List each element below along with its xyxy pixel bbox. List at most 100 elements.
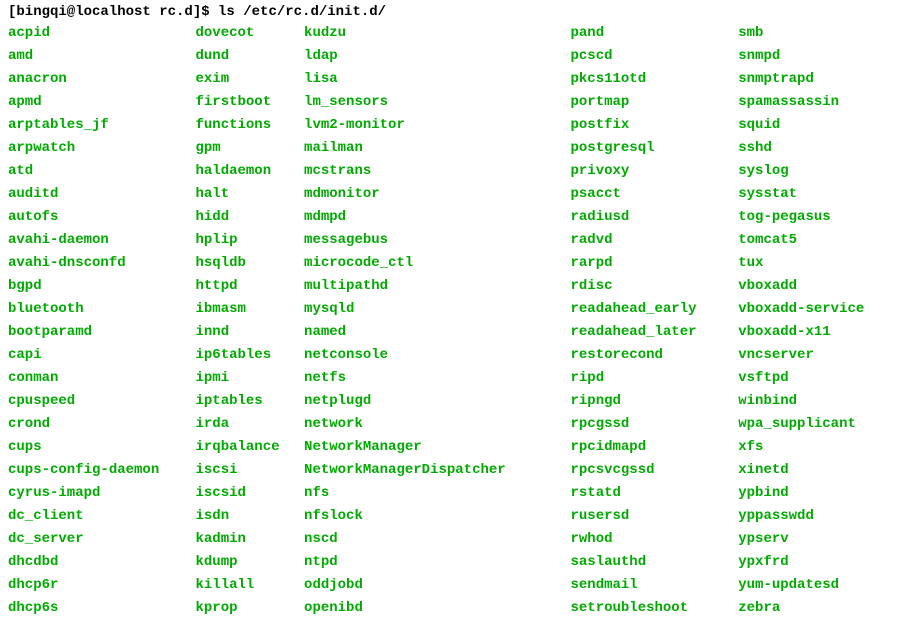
- file-entry: anacron: [8, 68, 196, 91]
- file-entry: bgpd: [8, 275, 196, 298]
- ls-output: acpidamdanacronapmdarptables_jfarpwatcha…: [8, 22, 906, 620]
- file-entry: killall: [196, 574, 305, 597]
- file-entry: privoxy: [570, 160, 738, 183]
- file-entry: portmap: [570, 91, 738, 114]
- file-entry: mysqld: [304, 298, 570, 321]
- file-entry: rpcsvcgssd: [570, 459, 738, 482]
- file-entry: ldap: [304, 45, 570, 68]
- column-3: kudzuldaplisalm_sensorslvm2-monitormailm…: [304, 22, 570, 620]
- file-entry: sysstat: [738, 183, 906, 206]
- file-entry: multipathd: [304, 275, 570, 298]
- file-entry: cpuspeed: [8, 390, 196, 413]
- file-entry: nscd: [304, 528, 570, 551]
- file-entry: squid: [738, 114, 906, 137]
- file-entry: cups: [8, 436, 196, 459]
- file-entry: innd: [196, 321, 305, 344]
- file-entry: avahi-daemon: [8, 229, 196, 252]
- file-entry: rpcidmapd: [570, 436, 738, 459]
- file-entry: ypbind: [738, 482, 906, 505]
- file-entry: microcode_ctl: [304, 252, 570, 275]
- file-entry: readahead_later: [570, 321, 738, 344]
- file-entry: hplip: [196, 229, 305, 252]
- file-entry: NetworkManager: [304, 436, 570, 459]
- file-entry: zebra: [738, 597, 906, 620]
- file-entry: named: [304, 321, 570, 344]
- file-entry: apmd: [8, 91, 196, 114]
- file-entry: kdump: [196, 551, 305, 574]
- file-entry: vboxadd: [738, 275, 906, 298]
- file-entry: dovecot: [196, 22, 305, 45]
- file-entry: hidd: [196, 206, 305, 229]
- file-entry: capi: [8, 344, 196, 367]
- file-entry: cups-config-daemon: [8, 459, 196, 482]
- file-entry: rstatd: [570, 482, 738, 505]
- file-entry: nfslock: [304, 505, 570, 528]
- file-entry: psacct: [570, 183, 738, 206]
- file-entry: spamassassin: [738, 91, 906, 114]
- file-entry: lvm2-monitor: [304, 114, 570, 137]
- file-entry: kprop: [196, 597, 305, 620]
- file-entry: lm_sensors: [304, 91, 570, 114]
- file-entry: lisa: [304, 68, 570, 91]
- file-entry: httpd: [196, 275, 305, 298]
- file-entry: winbind: [738, 390, 906, 413]
- file-entry: vboxadd-service: [738, 298, 906, 321]
- file-entry: messagebus: [304, 229, 570, 252]
- file-entry: mdmonitor: [304, 183, 570, 206]
- file-entry: dc_client: [8, 505, 196, 528]
- file-entry: iscsid: [196, 482, 305, 505]
- file-entry: saslauthd: [570, 551, 738, 574]
- file-entry: rpcgssd: [570, 413, 738, 436]
- file-entry: dc_server: [8, 528, 196, 551]
- file-entry: hsqldb: [196, 252, 305, 275]
- file-entry: rusersd: [570, 505, 738, 528]
- file-entry: functions: [196, 114, 305, 137]
- file-entry: gpm: [196, 137, 305, 160]
- file-entry: bootparamd: [8, 321, 196, 344]
- file-entry: mailman: [304, 137, 570, 160]
- file-entry: dhcdbd: [8, 551, 196, 574]
- file-entry: smb: [738, 22, 906, 45]
- file-entry: wpa_supplicant: [738, 413, 906, 436]
- shell-prompt: [bingqi@localhost rc.d]$ ls /etc/rc.d/in…: [8, 4, 906, 20]
- file-entry: ripd: [570, 367, 738, 390]
- file-entry: cyrus-imapd: [8, 482, 196, 505]
- column-4: pandpcscdpkcs11otdportmappostfixpostgres…: [570, 22, 738, 620]
- file-entry: snmpd: [738, 45, 906, 68]
- file-entry: setroubleshoot: [570, 597, 738, 620]
- file-entry: arptables_jf: [8, 114, 196, 137]
- file-entry: ypxfrd: [738, 551, 906, 574]
- file-entry: readahead_early: [570, 298, 738, 321]
- file-entry: tomcat5: [738, 229, 906, 252]
- file-entry: conman: [8, 367, 196, 390]
- file-entry: vncserver: [738, 344, 906, 367]
- file-entry: sshd: [738, 137, 906, 160]
- file-entry: ripngd: [570, 390, 738, 413]
- file-entry: rwhod: [570, 528, 738, 551]
- file-entry: ypserv: [738, 528, 906, 551]
- file-entry: xfs: [738, 436, 906, 459]
- file-entry: auditd: [8, 183, 196, 206]
- file-entry: openibd: [304, 597, 570, 620]
- file-entry: radvd: [570, 229, 738, 252]
- file-entry: pkcs11otd: [570, 68, 738, 91]
- file-entry: halt: [196, 183, 305, 206]
- file-entry: autofs: [8, 206, 196, 229]
- file-entry: irda: [196, 413, 305, 436]
- file-entry: postfix: [570, 114, 738, 137]
- file-entry: sendmail: [570, 574, 738, 597]
- file-entry: postgresql: [570, 137, 738, 160]
- file-entry: iscsi: [196, 459, 305, 482]
- file-entry: mcstrans: [304, 160, 570, 183]
- file-entry: oddjobd: [304, 574, 570, 597]
- file-entry: avahi-dnsconfd: [8, 252, 196, 275]
- file-entry: atd: [8, 160, 196, 183]
- file-entry: vsftpd: [738, 367, 906, 390]
- file-entry: vboxadd-x11: [738, 321, 906, 344]
- file-entry: irqbalance: [196, 436, 305, 459]
- file-entry: firstboot: [196, 91, 305, 114]
- file-entry: ntpd: [304, 551, 570, 574]
- file-entry: isdn: [196, 505, 305, 528]
- file-entry: rarpd: [570, 252, 738, 275]
- file-entry: arpwatch: [8, 137, 196, 160]
